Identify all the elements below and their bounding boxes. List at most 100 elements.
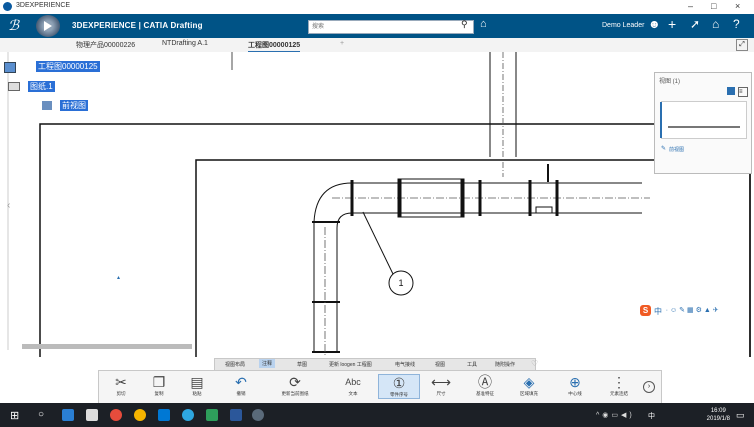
windows-taskbar: ⊞ ○ ^◉▭◀) 中 16:09 2019/1/8 ▭ [0,403,754,427]
3ds-logo-icon: ℬ [8,17,20,33]
cut-button[interactable]: ✂ 剪切 [101,374,141,397]
search-taskbar-icon[interactable]: ○ [38,409,44,420]
chrome-icon[interactable] [134,409,146,421]
ribbon-tab-update[interactable]: 更新 loogen 工程图 [329,361,372,368]
tab-physical-product[interactable]: 物理产品00000226 [76,40,135,50]
add-icon[interactable]: + [668,16,676,32]
centerline-icon: ⊕ [569,374,581,390]
new-tab-button[interactable]: + [340,40,344,47]
tag-icon[interactable]: ⌂ [480,18,487,30]
window-title: 3DEXPERIENCE [16,2,71,9]
avatar-icon[interactable]: ☻ [648,17,661,31]
ribbon-tab-sketch[interactable]: 草图 [297,361,307,368]
list-view-icon[interactable]: ≡ [738,87,748,97]
view-item-label[interactable]: 前视图 [669,146,684,153]
close-button[interactable]: × [735,1,740,11]
update-sheet-icon: ⟳ [289,374,301,390]
document-tabs: 物理产品00000226 NTDrafting A.1 工程图00000125 … [0,38,754,53]
compass-icon[interactable] [36,15,60,37]
tree-view[interactable]: 前视图 [60,100,88,111]
view-thumbnail[interactable] [660,101,747,139]
search-input[interactable] [309,22,465,32]
windows-start-icon[interactable]: ⊞ [10,409,19,422]
copy-button[interactable]: ❐ 复制 [139,374,179,397]
text-icon: Abc [345,377,361,387]
sheet-icon [8,82,20,91]
ime-toolbar[interactable]: S 中 ∙☺✎▦⚙▲✈ [640,305,750,317]
balloon-icon: ① [392,375,406,391]
pipe-elbow [312,182,353,357]
undo-button[interactable]: ↶ 撤销 [221,374,261,397]
paste-icon: ▤ [190,374,204,390]
minimize-button[interactable]: – [688,1,693,11]
view-frame [195,159,751,357]
ime-tools-icon[interactable]: ∙☺✎▦⚙▲✈ [666,306,721,314]
outlook-icon[interactable] [158,409,170,421]
tray-ime[interactable]: 中 [648,411,655,421]
collapse-left-icon[interactable]: ‹ [7,200,10,211]
favorite-icon[interactable]: ♡ [531,359,538,368]
grid-view-icon[interactable] [727,87,735,95]
explorer-icon[interactable] [62,409,74,421]
update-sheet-button[interactable]: ⟳ 更新当前图纸 [275,374,315,397]
ribbon-tab-tools[interactable]: 工具 [467,361,477,368]
tab-ntdrafting[interactable]: NTDrafting A.1 [162,40,208,47]
home-icon[interactable]: ⌂ [712,17,719,31]
green-app-icon[interactable] [206,409,218,421]
app-header: ℬ 3DEXPERIENCE | CATIA Drafting ⚲ ⌂ Demo… [0,14,754,38]
drawing-icon [4,62,16,73]
notification-icon[interactable]: ▭ [736,410,745,421]
3dexperience-taskbar-icon[interactable] [252,409,264,421]
share-icon[interactable]: ➚ [690,17,700,31]
tree-sheet[interactable]: 图纸.1 [28,81,55,92]
expand-icon[interactable]: ⤢ [736,39,748,51]
next-page-icon[interactable]: › [643,381,655,393]
help-icon[interactable]: ? [733,17,740,31]
os-title-bar: 3DEXPERIENCE – □ × [0,0,754,15]
element-link-button[interactable]: ⋮ 元素连结 [599,374,639,397]
taskbar-clock[interactable]: 16:09 2019/1/8 [707,407,730,423]
horizontal-scrollbar[interactable] [22,344,192,349]
paste-button[interactable]: ▤ 粘贴 [177,374,217,397]
notepad-icon[interactable] [86,409,98,421]
scissors-icon: ✂ [115,374,127,390]
ribbon-tab-view[interactable]: 视图 [435,361,445,368]
ribbon-tab-layout[interactable]: 视图布局 [225,361,245,368]
user-name[interactable]: Demo Leader [602,22,644,29]
view-icon [42,101,52,110]
datum-icon: Ⓐ [478,374,492,390]
ribbon-tab-extras[interactable]: 随附操作 [495,361,515,368]
edit-icon: ✎ [661,146,667,152]
view-panel: 视图 (1) ≡ ✎ 前视图 [654,72,752,174]
tray-icons[interactable]: ^◉▭◀) [596,411,635,419]
cursor-marker-icon: ▴ [117,275,121,281]
balloon-button[interactable]: ① 零件序号 [378,374,420,399]
app-red-icon[interactable] [110,409,122,421]
action-bar: ✂ 剪切 ❐ 复制 ▤ 粘贴 ↶ 撤销 ⟳ 更新当前图纸 Abc 文本 ① 零件序号 ⟷ 尺寸 … [98,370,662,406]
tree-root[interactable]: 工程图00000125 [36,61,100,72]
maximize-button[interactable]: □ [711,1,716,11]
datum-feature-button[interactable]: Ⓐ 基准特征 [465,374,505,397]
word-icon[interactable] [230,409,242,421]
balloon-leader [362,211,394,275]
play-icon [44,21,52,31]
browser-icon[interactable] [182,409,194,421]
area-fill-button[interactable]: ◈ 区域填充 [509,374,549,397]
search-box[interactable] [308,20,474,34]
dimension-icon: ⟷ [430,374,452,390]
horizontal-pipe [332,164,650,218]
ribbon-tab-electrical[interactable]: 电气接线 [395,361,415,368]
sheet-frame [39,123,751,357]
area-fill-icon: ◈ [523,374,535,390]
undo-icon: ↶ [235,374,247,390]
centerline-button[interactable]: ⊕ 中心线 [555,374,595,397]
dimension-button[interactable]: ⟷ 尺寸 [421,374,461,397]
view-panel-title: 视图 (1) [659,79,681,85]
ime-mode[interactable]: 中 [654,306,662,317]
drawing-canvas[interactable]: 1 工程图00000125 图纸.1 前视图 ▴ ‹ S 中 ∙☺✎▦⚙▲✈ [0,52,754,357]
text-button[interactable]: Abc 文本 [333,374,373,397]
ribbon-tab-annotation[interactable]: 注释 [259,359,276,368]
app-brand: 3DEXPERIENCE | CATIA Drafting [72,21,203,30]
search-icon[interactable]: ⚲ [461,19,468,30]
app-logo-icon [3,2,12,11]
